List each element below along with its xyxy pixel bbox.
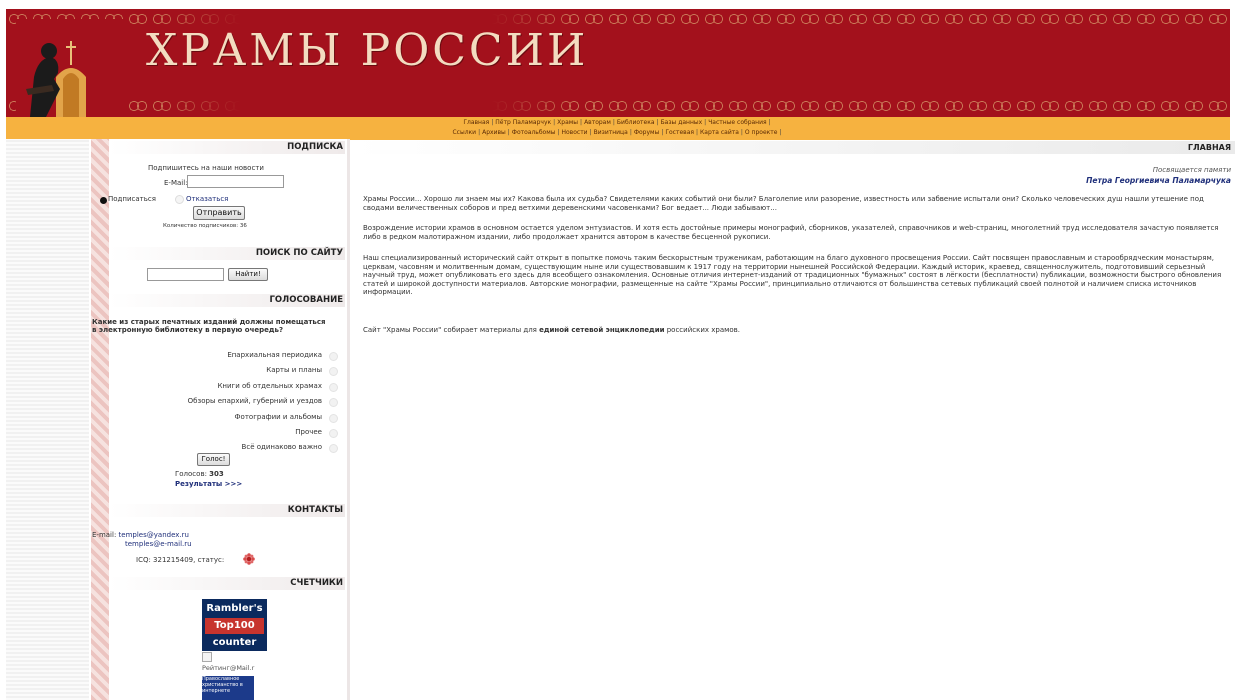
nav-row1-link-5[interactable]: Базы данных [661, 119, 703, 126]
poll-option-radio[interactable] [329, 382, 338, 392]
nav-separator: | [557, 129, 560, 136]
main-heading: ГЛАВНАЯ [352, 141, 1235, 154]
nav-row1-link-0[interactable]: Главная [463, 119, 489, 126]
nav-row2-link-1[interactable]: Архивы [482, 129, 506, 136]
poll-option-radio[interactable] [329, 429, 338, 438]
poll-option-label: Карты и планы [266, 366, 322, 375]
votes-label: Голосов: [175, 470, 207, 478]
pravo-label: Православное христианство в интернете [202, 676, 243, 694]
nav-row1-link-6[interactable]: Частные собрания [708, 119, 766, 126]
nav-row2-link-2[interactable]: Фотоальбомы [512, 129, 556, 136]
pravoslavie-counter[interactable]: Православное христианство в интернете [202, 676, 254, 700]
search-button[interactable]: Найти! [228, 268, 268, 281]
nav-separator: | [768, 119, 771, 126]
poll-option-radio[interactable] [329, 413, 338, 423]
search-input[interactable] [147, 268, 224, 281]
unsubscribe-radio[interactable] [175, 195, 184, 204]
nav-row2-link-8[interactable]: О проекте [745, 129, 778, 136]
nav-separator: | [507, 129, 510, 136]
email-link-yandex[interactable]: temples@yandex.ru [119, 531, 189, 539]
nav-separator: | [478, 129, 481, 136]
nav-row1-link-2[interactable]: Храмы [557, 119, 578, 126]
monk-scribe-logo[interactable] [16, 19, 126, 117]
contacts-email-row: E-mail: temples@yandex.ru [92, 531, 189, 539]
nav-separator: | [661, 129, 664, 136]
unsubscribe-option-label: Отказаться [186, 195, 229, 203]
subscribe-heading: ПОДПИСКА [109, 141, 345, 154]
nav-separator: | [491, 119, 494, 126]
poll-option-label: Епархиальная периодика [227, 351, 322, 359]
poll-option-radio[interactable] [329, 352, 338, 361]
intro-paragraph-4: Сайт "Храмы России" собирает материалы д… [363, 326, 1229, 335]
site-header: ХРАМЫ РОССИИ [6, 9, 1230, 117]
nav-separator: | [553, 119, 556, 126]
poll-option-label: Прочее [295, 428, 322, 436]
votes-count: 303 [209, 470, 224, 478]
nav-separator: | [740, 129, 743, 136]
site-title: ХРАМЫ РОССИИ [146, 25, 589, 76]
nav-separator: | [656, 119, 659, 126]
email-link-emailru[interactable]: temples@e-mail.ru [125, 540, 192, 548]
nav-row-2: Ссылки | Архивы | Фотоальбомы | Новости | Визитн… [6, 128, 1230, 138]
subscribe-invite: Подпишитесь на наши новости [148, 164, 264, 172]
nav-row1-link-4[interactable]: Библиотека [617, 119, 655, 126]
dedication: Посвящается памяти Петра Георгиевича Пал… [1086, 166, 1231, 185]
mailru-label: Рейтинг@Mail.r [202, 664, 255, 672]
poll-option-label: Книги об отдельных храмах [217, 381, 322, 390]
contacts-email-label: E-mail: [92, 531, 117, 539]
nav-row2-link-5[interactable]: Форумы [634, 129, 659, 136]
votes-total: Голосов: 303 [175, 470, 224, 478]
nav-row2-link-4[interactable]: Визитница [594, 129, 628, 136]
nav-row2-link-6[interactable]: Гостевая [665, 129, 694, 136]
rambler-line-3: counter [212, 637, 257, 648]
search-heading: ПОИСК ПО САЙТУ [109, 247, 345, 260]
para4-end: российских храмов. [664, 326, 741, 334]
send-button[interactable]: Отправить [193, 206, 245, 220]
email-label: E-Mail: [164, 179, 188, 187]
dedication-line-1: Посвящается памяти [1152, 166, 1231, 174]
nav-separator: | [589, 129, 592, 136]
vote-button[interactable]: Голос! [197, 453, 230, 466]
nav-separator: | [779, 129, 782, 136]
mailru-rating-counter[interactable]: Рейтинг@Mail.r [202, 652, 262, 676]
nav-row2-link-3[interactable]: Новости [562, 129, 588, 136]
nav-separator: | [580, 119, 583, 126]
subscribe-option-label: Подписаться [108, 195, 156, 203]
poll-option-label: Фотографии и альбомы [234, 412, 322, 421]
icq-info: ICQ: 321215409, статус: [136, 556, 225, 564]
intro-paragraph-1: Храмы России... Хорошо ли знаем мы их? К… [363, 195, 1204, 212]
nav-separator: | [695, 129, 699, 136]
broken-image-icon [202, 652, 212, 662]
encyclopedia-emphasis: единой сетевой энциклопедии [539, 326, 665, 334]
rambler-line-2: Top100 [205, 618, 264, 634]
subscriber-count: Количество подписчиков: 36 [163, 223, 247, 229]
nav-separator: | [612, 119, 615, 126]
contacts-heading: КОНТАКТЫ [109, 504, 345, 517]
top-navigation: Главная | Пётр Паламарчук | Храмы | Авторам | Би… [6, 117, 1230, 140]
dedication-name: Петра Георгиевича Паламарчука [1086, 176, 1231, 185]
intro-paragraph-3: Наш специализированный исторический сайт… [363, 254, 1222, 296]
subscribe-radio[interactable] [100, 197, 107, 204]
nav-separator: | [704, 119, 707, 126]
nav-row1-link-1[interactable]: Пётр Паламарчук [495, 119, 551, 126]
poll-heading: ГОЛОСОВАНИЕ [109, 294, 345, 307]
counters-heading: СЧЕТЧИКИ [109, 577, 345, 590]
nav-row-1: Главная | Пётр Паламарчук | Храмы | Авторам | Би… [6, 118, 1230, 128]
poll-question: Какие из старых печатных изданий должны … [92, 318, 326, 334]
rambler-line-1: Rambler's [206, 603, 263, 614]
nav-separator: | [629, 129, 632, 136]
para4-start: Сайт "Храмы России" собирает материалы д… [363, 326, 540, 334]
nav-row2-link-0[interactable]: Ссылки [452, 129, 476, 136]
email-input[interactable] [187, 175, 284, 188]
ornament-strip [91, 139, 109, 700]
icq-flower-icon [243, 553, 255, 565]
poll-option-label: Обзоры епархий, губерний и уездов [187, 397, 322, 406]
intro-paragraph-2: Возрождение истории храмов в основном ос… [363, 224, 1219, 241]
results-link[interactable]: Результаты >>> [175, 480, 242, 488]
rambler-top100-counter[interactable]: Rambler's Top100 counter [202, 599, 267, 651]
poll-option-label: Всё одинаково важно [241, 443, 322, 452]
nav-row2-link-7[interactable]: Карта сайта [700, 129, 739, 136]
nav-row1-link-3[interactable]: Авторам [584, 119, 611, 126]
